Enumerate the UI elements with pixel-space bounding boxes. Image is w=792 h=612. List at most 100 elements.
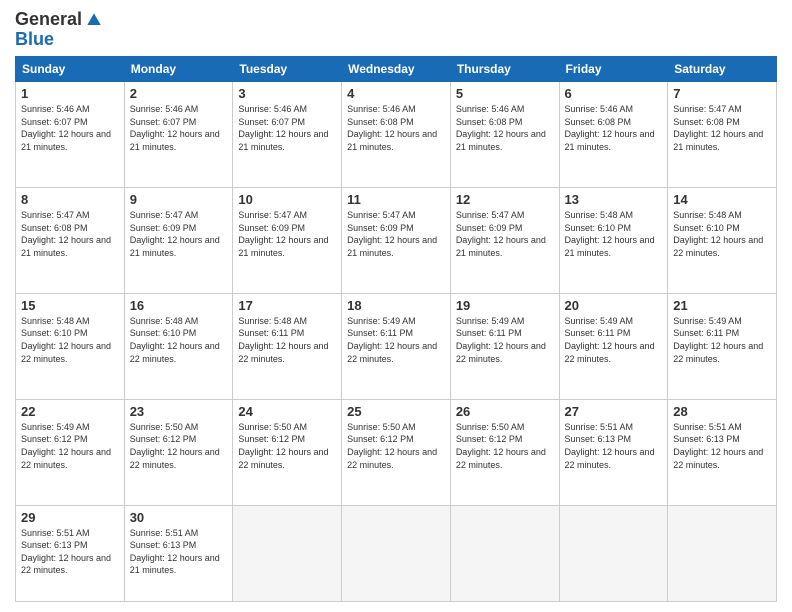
- cell-info: Sunrise: 5:46 AMSunset: 6:08 PMDaylight:…: [565, 103, 663, 153]
- cell-info: Sunrise: 5:49 AMSunset: 6:11 PMDaylight:…: [456, 315, 554, 365]
- day-number: 9: [130, 192, 228, 207]
- calendar-cell: 24 Sunrise: 5:50 AMSunset: 6:12 PMDaylig…: [233, 399, 342, 505]
- logo-icon: [84, 10, 104, 30]
- day-of-week-header: Saturday: [668, 57, 777, 82]
- cell-info: Sunrise: 5:48 AMSunset: 6:10 PMDaylight:…: [565, 209, 663, 259]
- day-number: 2: [130, 86, 228, 101]
- cell-info: Sunrise: 5:48 AMSunset: 6:10 PMDaylight:…: [21, 315, 119, 365]
- calendar-cell: 22 Sunrise: 5:49 AMSunset: 6:12 PMDaylig…: [16, 399, 125, 505]
- day-number: 22: [21, 404, 119, 419]
- cell-info: Sunrise: 5:51 AMSunset: 6:13 PMDaylight:…: [130, 527, 228, 577]
- calendar-cell: 16 Sunrise: 5:48 AMSunset: 6:10 PMDaylig…: [124, 293, 233, 399]
- cell-info: Sunrise: 5:49 AMSunset: 6:11 PMDaylight:…: [565, 315, 663, 365]
- day-number: 29: [21, 510, 119, 525]
- header: General Blue: [15, 10, 777, 50]
- day-number: 14: [673, 192, 771, 207]
- day-number: 16: [130, 298, 228, 313]
- cell-info: Sunrise: 5:47 AMSunset: 6:08 PMDaylight:…: [673, 103, 771, 153]
- day-number: 23: [130, 404, 228, 419]
- calendar-cell: 19 Sunrise: 5:49 AMSunset: 6:11 PMDaylig…: [450, 293, 559, 399]
- calendar-cell: 15 Sunrise: 5:48 AMSunset: 6:10 PMDaylig…: [16, 293, 125, 399]
- cell-info: Sunrise: 5:46 AMSunset: 6:07 PMDaylight:…: [130, 103, 228, 153]
- day-of-week-header: Thursday: [450, 57, 559, 82]
- cell-info: Sunrise: 5:47 AMSunset: 6:08 PMDaylight:…: [21, 209, 119, 259]
- calendar-cell: 28 Sunrise: 5:51 AMSunset: 6:13 PMDaylig…: [668, 399, 777, 505]
- cell-info: Sunrise: 5:50 AMSunset: 6:12 PMDaylight:…: [130, 421, 228, 471]
- day-of-week-header: Wednesday: [342, 57, 451, 82]
- day-number: 19: [456, 298, 554, 313]
- calendar-cell: 9 Sunrise: 5:47 AMSunset: 6:09 PMDayligh…: [124, 187, 233, 293]
- calendar-cell: 10 Sunrise: 5:47 AMSunset: 6:09 PMDaylig…: [233, 187, 342, 293]
- calendar-cell: [342, 505, 451, 601]
- day-number: 4: [347, 86, 445, 101]
- cell-info: Sunrise: 5:50 AMSunset: 6:12 PMDaylight:…: [456, 421, 554, 471]
- day-number: 30: [130, 510, 228, 525]
- calendar-cell: 2 Sunrise: 5:46 AMSunset: 6:07 PMDayligh…: [124, 82, 233, 188]
- calendar-cell: 29 Sunrise: 5:51 AMSunset: 6:13 PMDaylig…: [16, 505, 125, 601]
- calendar-cell: 13 Sunrise: 5:48 AMSunset: 6:10 PMDaylig…: [559, 187, 668, 293]
- cell-info: Sunrise: 5:47 AMSunset: 6:09 PMDaylight:…: [238, 209, 336, 259]
- day-number: 24: [238, 404, 336, 419]
- day-number: 6: [565, 86, 663, 101]
- calendar-cell: 4 Sunrise: 5:46 AMSunset: 6:08 PMDayligh…: [342, 82, 451, 188]
- cell-info: Sunrise: 5:48 AMSunset: 6:10 PMDaylight:…: [130, 315, 228, 365]
- day-number: 3: [238, 86, 336, 101]
- calendar-cell: [233, 505, 342, 601]
- day-number: 28: [673, 404, 771, 419]
- cell-info: Sunrise: 5:46 AMSunset: 6:08 PMDaylight:…: [456, 103, 554, 153]
- day-number: 27: [565, 404, 663, 419]
- day-of-week-header: Sunday: [16, 57, 125, 82]
- day-number: 26: [456, 404, 554, 419]
- day-number: 7: [673, 86, 771, 101]
- day-number: 11: [347, 192, 445, 207]
- calendar-cell: 25 Sunrise: 5:50 AMSunset: 6:12 PMDaylig…: [342, 399, 451, 505]
- day-number: 12: [456, 192, 554, 207]
- day-of-week-header: Tuesday: [233, 57, 342, 82]
- calendar-cell: 7 Sunrise: 5:47 AMSunset: 6:08 PMDayligh…: [668, 82, 777, 188]
- calendar-cell: 18 Sunrise: 5:49 AMSunset: 6:11 PMDaylig…: [342, 293, 451, 399]
- calendar-cell: [450, 505, 559, 601]
- calendar-cell: 12 Sunrise: 5:47 AMSunset: 6:09 PMDaylig…: [450, 187, 559, 293]
- cell-info: Sunrise: 5:51 AMSunset: 6:13 PMDaylight:…: [673, 421, 771, 471]
- calendar-table: SundayMondayTuesdayWednesdayThursdayFrid…: [15, 56, 777, 602]
- calendar-cell: 5 Sunrise: 5:46 AMSunset: 6:08 PMDayligh…: [450, 82, 559, 188]
- calendar-cell: [668, 505, 777, 601]
- day-number: 21: [673, 298, 771, 313]
- cell-info: Sunrise: 5:46 AMSunset: 6:08 PMDaylight:…: [347, 103, 445, 153]
- cell-info: Sunrise: 5:50 AMSunset: 6:12 PMDaylight:…: [238, 421, 336, 471]
- calendar-cell: 14 Sunrise: 5:48 AMSunset: 6:10 PMDaylig…: [668, 187, 777, 293]
- calendar-cell: 11 Sunrise: 5:47 AMSunset: 6:09 PMDaylig…: [342, 187, 451, 293]
- calendar-cell: 1 Sunrise: 5:46 AMSunset: 6:07 PMDayligh…: [16, 82, 125, 188]
- cell-info: Sunrise: 5:50 AMSunset: 6:12 PMDaylight:…: [347, 421, 445, 471]
- calendar-cell: 3 Sunrise: 5:46 AMSunset: 6:07 PMDayligh…: [233, 82, 342, 188]
- day-number: 18: [347, 298, 445, 313]
- calendar-cell: 26 Sunrise: 5:50 AMSunset: 6:12 PMDaylig…: [450, 399, 559, 505]
- day-of-week-header: Monday: [124, 57, 233, 82]
- day-of-week-header: Friday: [559, 57, 668, 82]
- cell-info: Sunrise: 5:47 AMSunset: 6:09 PMDaylight:…: [456, 209, 554, 259]
- day-number: 20: [565, 298, 663, 313]
- calendar-cell: 27 Sunrise: 5:51 AMSunset: 6:13 PMDaylig…: [559, 399, 668, 505]
- day-number: 8: [21, 192, 119, 207]
- calendar-cell: 23 Sunrise: 5:50 AMSunset: 6:12 PMDaylig…: [124, 399, 233, 505]
- cell-info: Sunrise: 5:47 AMSunset: 6:09 PMDaylight:…: [347, 209, 445, 259]
- cell-info: Sunrise: 5:46 AMSunset: 6:07 PMDaylight:…: [21, 103, 119, 153]
- logo-blue-text: Blue: [15, 29, 54, 49]
- calendar-cell: 17 Sunrise: 5:48 AMSunset: 6:11 PMDaylig…: [233, 293, 342, 399]
- logo: General Blue: [15, 10, 104, 50]
- cell-info: Sunrise: 5:46 AMSunset: 6:07 PMDaylight:…: [238, 103, 336, 153]
- cell-info: Sunrise: 5:47 AMSunset: 6:09 PMDaylight:…: [130, 209, 228, 259]
- day-number: 10: [238, 192, 336, 207]
- cell-info: Sunrise: 5:51 AMSunset: 6:13 PMDaylight:…: [565, 421, 663, 471]
- logo-general-text: General: [15, 10, 82, 30]
- day-number: 1: [21, 86, 119, 101]
- cell-info: Sunrise: 5:49 AMSunset: 6:12 PMDaylight:…: [21, 421, 119, 471]
- cell-info: Sunrise: 5:51 AMSunset: 6:13 PMDaylight:…: [21, 527, 119, 577]
- day-number: 17: [238, 298, 336, 313]
- calendar-cell: 6 Sunrise: 5:46 AMSunset: 6:08 PMDayligh…: [559, 82, 668, 188]
- calendar-cell: 20 Sunrise: 5:49 AMSunset: 6:11 PMDaylig…: [559, 293, 668, 399]
- calendar-cell: 30 Sunrise: 5:51 AMSunset: 6:13 PMDaylig…: [124, 505, 233, 601]
- calendar-header-row: SundayMondayTuesdayWednesdayThursdayFrid…: [16, 57, 777, 82]
- calendar-cell: 8 Sunrise: 5:47 AMSunset: 6:08 PMDayligh…: [16, 187, 125, 293]
- cell-info: Sunrise: 5:49 AMSunset: 6:11 PMDaylight:…: [673, 315, 771, 365]
